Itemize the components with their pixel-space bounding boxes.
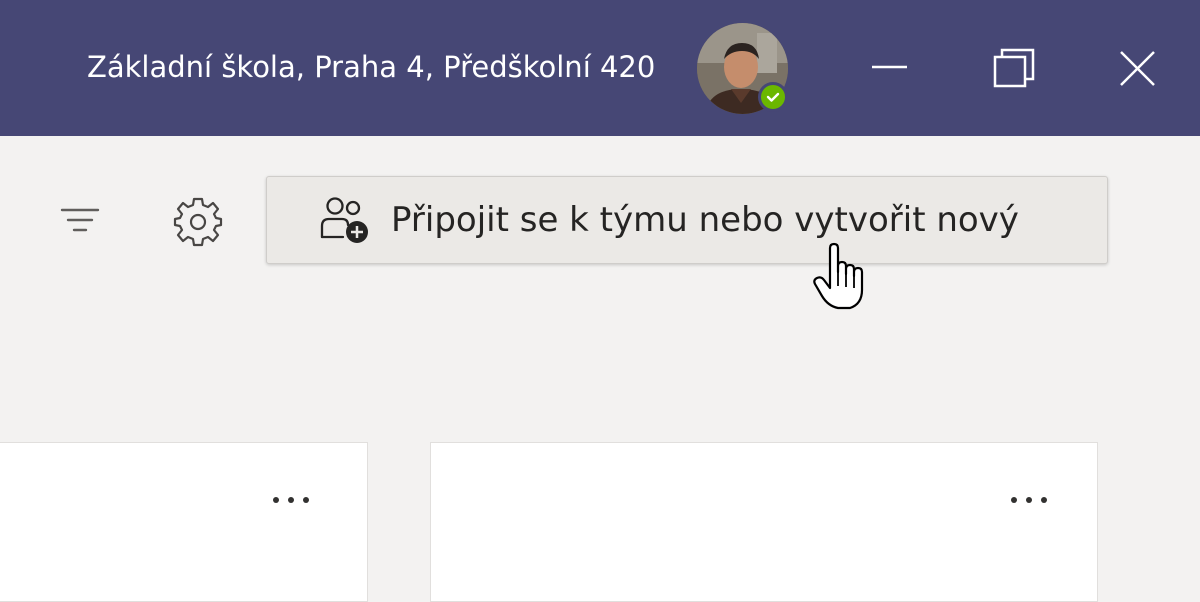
minimize-icon xyxy=(872,65,907,69)
manage-teams-button[interactable] xyxy=(170,196,226,248)
join-or-create-team-button[interactable]: Připojit se k týmu nebo vytvořit nový xyxy=(266,176,1108,264)
hand-cursor-icon xyxy=(812,242,868,314)
title-bar: Základní škola, Praha 4, Předškolní 420 xyxy=(0,0,1200,136)
minimize-button[interactable] xyxy=(860,40,920,100)
join-button-label: Připojit se k týmu nebo vytvořit nový xyxy=(391,200,1019,240)
gear-icon xyxy=(173,197,223,247)
organization-name: Základní škola, Praha 4, Předškolní 420 xyxy=(87,50,656,84)
restore-button[interactable] xyxy=(988,40,1048,100)
close-button[interactable] xyxy=(1108,40,1168,100)
more-options-button[interactable] xyxy=(271,493,311,507)
restore-icon xyxy=(993,48,1035,88)
close-icon xyxy=(1120,51,1155,86)
people-add-icon xyxy=(319,195,375,247)
presence-available-icon xyxy=(758,82,788,112)
team-card[interactable] xyxy=(0,442,368,602)
more-options-button[interactable] xyxy=(1009,493,1049,507)
filter-button[interactable] xyxy=(58,200,104,240)
team-card[interactable] xyxy=(430,442,1098,602)
filter-icon xyxy=(60,208,100,232)
